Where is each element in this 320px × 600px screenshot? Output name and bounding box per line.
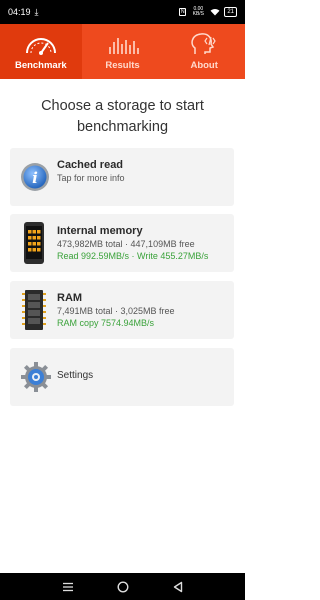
recent-apps-button[interactable] bbox=[60, 579, 76, 595]
ram-chip-icon bbox=[22, 290, 46, 330]
system-nav-bar bbox=[0, 573, 245, 600]
ram-speeds: RAM copy 7574.94MB/s bbox=[57, 318, 155, 328]
tab-benchmark-label: Benchmark bbox=[14, 60, 67, 71]
cached-read-title: Cached read bbox=[57, 159, 124, 171]
tab-benchmark[interactable]: Benchmark bbox=[0, 24, 82, 79]
cached-read-text: Cached read Tap for more info bbox=[57, 158, 125, 184]
settings-text: Settings bbox=[57, 370, 93, 382]
status-left: 04:19 ⤓ bbox=[8, 7, 39, 18]
bars-chart-icon bbox=[108, 38, 139, 54]
internal-memory-text: Internal memory 473,982MB total · 447,10… bbox=[57, 224, 208, 262]
net-speed: 0.00 KB/S bbox=[192, 6, 205, 17]
settings-label: Settings bbox=[57, 370, 94, 381]
internal-memory-title: Internal memory bbox=[57, 225, 143, 237]
phone-memory-icon bbox=[24, 222, 44, 264]
ram-title: RAM bbox=[57, 292, 83, 304]
home-button[interactable] bbox=[115, 579, 131, 595]
settings-card[interactable]: Settings bbox=[10, 348, 234, 406]
back-button[interactable] bbox=[170, 579, 186, 595]
cached-read-subtitle: Tap for more info bbox=[57, 173, 125, 183]
svg-text:i: i bbox=[32, 169, 38, 187]
ram-subtitle: 7,491MB total · 3,025MB free bbox=[57, 306, 175, 316]
back-icon bbox=[173, 581, 182, 592]
storage-card-ram[interactable]: RAM 7,491MB total · 3,025MB free RAM cop… bbox=[10, 281, 234, 339]
storage-card-cached-read[interactable]: i Cached read Tap for more info bbox=[10, 148, 234, 206]
tab-results[interactable]: Results bbox=[82, 24, 164, 79]
info-icon: i bbox=[21, 163, 49, 191]
tab-results-label: Results bbox=[105, 60, 140, 71]
download-icon: ⤓ bbox=[34, 6, 39, 17]
ram-text: RAM 7,491MB total · 3,025MB free RAM cop… bbox=[57, 291, 175, 329]
gear-icon bbox=[21, 362, 51, 392]
recent-apps-icon bbox=[62, 582, 73, 591]
storage-card-internal-memory[interactable]: Internal memory 473,982MB total · 447,10… bbox=[10, 214, 234, 272]
page-heading: Choose a storage to start benchmarking bbox=[41, 98, 204, 135]
status-right: N 0.00 KB/S 21 bbox=[179, 7, 237, 17]
tab-about[interactable]: About bbox=[163, 24, 245, 79]
internal-memory-speeds: Read 992.59MB/s · Write 455.27MB/s bbox=[57, 251, 209, 261]
head-code-icon bbox=[191, 33, 216, 54]
status-bar: 04:19 ⤓ N 0.00 KB/S 21 bbox=[0, 0, 245, 24]
battery-icon: 21 bbox=[224, 7, 237, 17]
tab-about-label: About bbox=[190, 60, 218, 71]
clock: 04:19 bbox=[8, 7, 31, 17]
wifi-icon bbox=[210, 8, 220, 16]
nfc-icon: N bbox=[179, 8, 187, 16]
internal-memory-subtitle: 473,982MB total · 447,109MB free bbox=[57, 239, 195, 249]
speedometer-icon bbox=[25, 38, 56, 55]
home-icon bbox=[116, 580, 129, 593]
tab-bar: Benchmark Results About bbox=[0, 24, 245, 79]
